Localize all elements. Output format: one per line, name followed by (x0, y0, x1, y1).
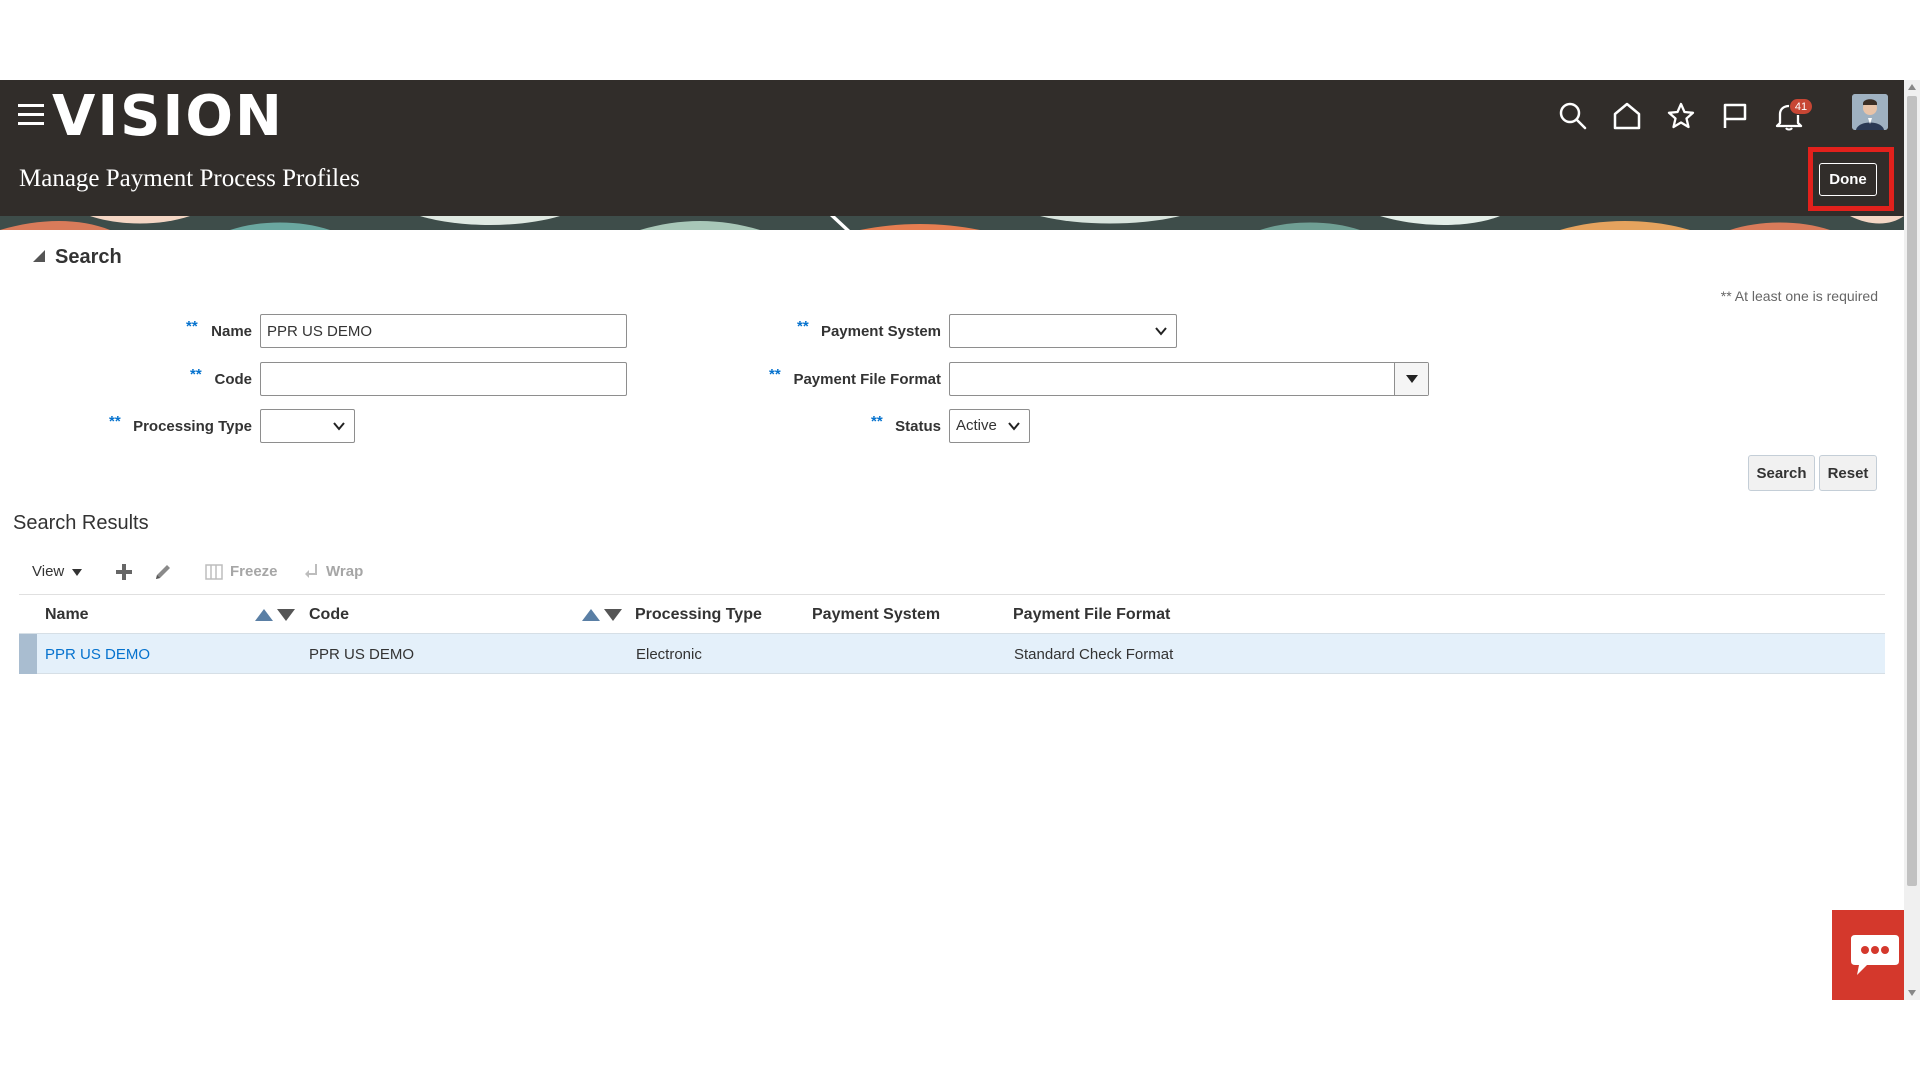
name-label: Name (211, 323, 252, 340)
wrap-button[interactable]: Wrap (326, 563, 363, 580)
row-name-link[interactable]: PPR US DEMO (45, 646, 150, 663)
top-blank-area (0, 0, 1920, 80)
payment-file-format-combobox[interactable] (949, 362, 1429, 396)
chevron-down-icon (1155, 327, 1167, 336)
scrollbar-thumb[interactable] (1907, 96, 1917, 886)
processing-type-label: Processing Type (133, 418, 252, 435)
required-marker: ** (769, 366, 781, 383)
payment-file-format-label: Payment File Format (793, 371, 941, 388)
row-processing-type: Electronic (636, 646, 702, 663)
name-input[interactable] (260, 314, 627, 348)
payment-system-label: Payment System (820, 323, 941, 340)
search-icon[interactable] (1553, 96, 1593, 136)
column-header-name[interactable]: Name (45, 606, 89, 624)
page-title: Manage Payment Process Profiles (19, 165, 360, 192)
freeze-button[interactable]: Freeze (230, 563, 278, 580)
chevron-down-icon (333, 422, 345, 431)
done-button[interactable]: Done (1819, 163, 1877, 196)
wrap-text-icon[interactable] (300, 561, 322, 583)
freeze-columns-icon[interactable] (203, 561, 225, 583)
column-header-processing-type[interactable]: Processing Type (635, 606, 762, 624)
notifications-count-badge: 41 (1789, 98, 1813, 115)
row-selection-marker[interactable] (19, 634, 37, 674)
status-value: Active (956, 417, 997, 434)
scroll-down-icon[interactable] (1908, 990, 1916, 996)
required-marker: ** (109, 413, 121, 430)
chevron-down-icon (1008, 422, 1020, 431)
payment-system-select[interactable] (949, 314, 1177, 348)
view-menu[interactable]: View (32, 563, 83, 580)
reset-button[interactable]: Reset (1819, 455, 1877, 491)
search-button[interactable]: Search (1748, 455, 1815, 491)
app-window: VISION 41 Manage Payment Process Profile… (0, 0, 1920, 1080)
search-collapse-icon[interactable] (33, 250, 45, 262)
code-input[interactable] (260, 362, 627, 396)
add-icon[interactable] (113, 561, 135, 583)
column-header-payment-file-format[interactable]: Payment File Format (1013, 606, 1170, 624)
view-menu-label: View (32, 563, 65, 580)
vertical-scrollbar[interactable] (1904, 80, 1920, 1000)
flag-icon[interactable] (1715, 96, 1755, 136)
sort-code-icon[interactable] (582, 609, 622, 623)
column-header-code[interactable]: Code (309, 606, 349, 624)
chat-assistant-button[interactable] (1832, 910, 1904, 1000)
row-payment-file-format: Standard Check Format (1014, 646, 1174, 663)
processing-type-select[interactable] (260, 409, 355, 443)
decorative-banner (0, 216, 1904, 230)
chevron-down-icon (72, 568, 83, 576)
home-icon[interactable] (1607, 96, 1647, 136)
column-header-payment-system[interactable]: Payment System (812, 606, 940, 624)
sort-name-icon[interactable] (255, 609, 295, 623)
navigator-menu-icon[interactable] (18, 104, 44, 126)
table-row[interactable]: PPR US DEMO PPR US DEMO Electronic Stand… (19, 634, 1885, 674)
notifications-bell-icon[interactable]: 41 (1769, 96, 1813, 136)
code-label: Code (214, 371, 253, 388)
search-results-title: Search Results (13, 512, 149, 534)
row-code: PPR US DEMO (309, 646, 415, 663)
global-header: VISION 41 Manage Payment Process Profile… (0, 80, 1904, 230)
status-label: Status (895, 418, 941, 435)
status-select[interactable]: Active (949, 409, 1030, 443)
required-note: ** At least one is required (1720, 288, 1878, 304)
payment-file-format-dropdown-button[interactable] (1394, 363, 1428, 395)
dropdown-arrow-icon (1406, 375, 1418, 383)
edit-pencil-icon[interactable] (152, 561, 174, 583)
favorites-star-icon[interactable] (1661, 96, 1701, 136)
chat-bubble-icon (1851, 935, 1899, 975)
table-header: Name Code Processing Type Payment System… (19, 594, 1885, 634)
app-logo: VISION (52, 84, 284, 149)
scroll-up-icon[interactable] (1908, 84, 1916, 90)
user-avatar[interactable] (1852, 94, 1888, 130)
search-section-title: Search (55, 246, 122, 268)
